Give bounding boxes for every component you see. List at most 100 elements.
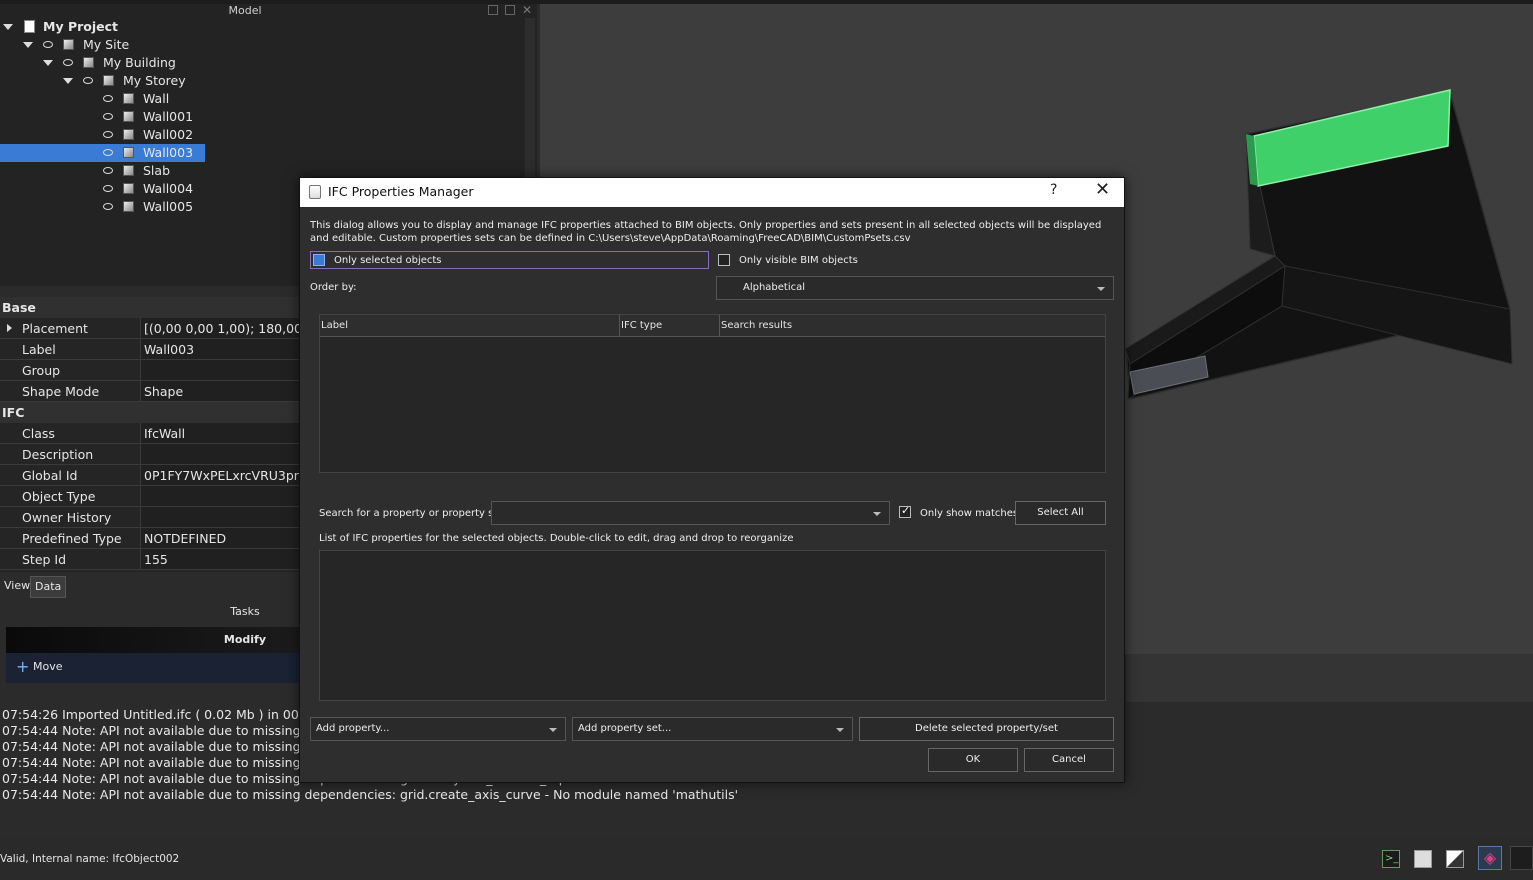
- property-value[interactable]: [140, 486, 304, 506]
- property-name: Global Id: [22, 468, 78, 483]
- tree-item-wall003-selected[interactable]: Wall003: [0, 144, 205, 162]
- search-label: Search for a property or property set:: [319, 508, 507, 519]
- report-view-icon[interactable]: [1414, 850, 1432, 868]
- eye-icon[interactable]: [103, 131, 113, 138]
- log-line: 07:54:44 Note: API not available due to …: [2, 787, 739, 802]
- property-value[interactable]: 155: [140, 549, 304, 569]
- python-console-icon[interactable]: >_: [1382, 850, 1400, 868]
- property-value[interactable]: [140, 444, 304, 464]
- draw-style-icon[interactable]: [1446, 850, 1464, 868]
- expand-arrow-icon[interactable]: [3, 24, 13, 30]
- eye-icon[interactable]: [103, 149, 113, 156]
- eye-icon[interactable]: [103, 95, 113, 102]
- property-step-id[interactable]: Step Id 155: [0, 549, 304, 570]
- cube-icon: [123, 93, 134, 104]
- eye-icon[interactable]: [83, 77, 93, 84]
- tree-item-site[interactable]: My Site: [0, 36, 300, 54]
- tree-item-wall001[interactable]: Wall001: [0, 108, 300, 126]
- navigation-style-icon[interactable]: [1510, 846, 1533, 870]
- tree-item-storey[interactable]: My Storey: [0, 72, 300, 90]
- eye-icon[interactable]: [103, 185, 113, 192]
- property-description[interactable]: Description: [0, 444, 304, 465]
- property-global-id[interactable]: Global Id 0P1FY7WxPELxrcVRU3pra3: [0, 465, 304, 486]
- tab-data[interactable]: Data: [30, 576, 67, 598]
- order-by-select[interactable]: Alphabetical: [716, 276, 1114, 300]
- add-property-select[interactable]: Add property...: [310, 717, 566, 741]
- tree-item-wall005[interactable]: Wall005: [0, 198, 300, 216]
- property-value[interactable]: Shape: [140, 381, 304, 401]
- property-class[interactable]: Class IfcWall: [0, 423, 304, 444]
- eye-icon[interactable]: [63, 59, 73, 66]
- eye-icon[interactable]: [103, 167, 113, 174]
- property-value[interactable]: 0P1FY7WxPELxrcVRU3pra3: [140, 465, 304, 485]
- property-label[interactable]: Label Wall003: [0, 339, 304, 360]
- property-value[interactable]: [140, 360, 304, 380]
- property-placement[interactable]: Placement [(0,00 0,00 1,00); 180,00 °; (…: [0, 318, 304, 339]
- expand-arrow-icon[interactable]: [63, 78, 73, 84]
- property-predefined-type[interactable]: Predefined Type NOTDEFINED: [0, 528, 304, 549]
- modify-task-header[interactable]: Modify: [6, 627, 300, 653]
- expand-arrow-icon[interactable]: [7, 324, 12, 332]
- property-group[interactable]: Group: [0, 360, 304, 381]
- delete-selected-button[interactable]: Delete selected property/set: [859, 717, 1114, 741]
- add-property-set-select[interactable]: Add property set...: [572, 717, 853, 741]
- help-button[interactable]: ?: [1050, 182, 1057, 198]
- tree-item-wall004[interactable]: Wall004: [0, 180, 300, 198]
- move-icon: +: [16, 657, 30, 676]
- eye-icon[interactable]: [43, 41, 53, 48]
- property-name: Placement: [22, 321, 88, 336]
- column-header-label[interactable]: Label: [320, 315, 620, 336]
- cancel-button[interactable]: Cancel: [1024, 748, 1114, 772]
- tree-item-wall002[interactable]: Wall002: [0, 126, 300, 144]
- eye-icon[interactable]: [103, 113, 113, 120]
- tree-item-slab[interactable]: Slab: [0, 162, 300, 180]
- properties-list-label: List of IFC properties for the selected …: [319, 533, 794, 544]
- property-shape-mode[interactable]: Shape Mode Shape: [0, 381, 304, 402]
- property-name: Step Id: [22, 552, 67, 567]
- objects-table[interactable]: Label IFC type Search results: [319, 314, 1106, 473]
- ok-button[interactable]: OK: [928, 748, 1018, 772]
- only-visible-bim-objects-checkbox[interactable]: [718, 254, 730, 266]
- column-header-search-results[interactable]: Search results: [720, 315, 1105, 336]
- column-header-ifc-type[interactable]: IFC type: [620, 315, 720, 336]
- move-task-link[interactable]: Move: [33, 660, 63, 673]
- property-value[interactable]: [140, 507, 304, 527]
- cube-icon: [83, 57, 94, 68]
- log-line: 07:54:44 Note: API not available due to …: [2, 739, 321, 754]
- tree-item-project[interactable]: My Project: [0, 18, 300, 36]
- chevron-down-icon: [549, 728, 557, 732]
- tree-item-wall[interactable]: Wall: [0, 90, 300, 108]
- select-all-button[interactable]: Select All: [1015, 501, 1106, 525]
- close-panel-icon[interactable]: ✕: [522, 3, 532, 17]
- float-panel-icon[interactable]: [488, 5, 498, 15]
- property-owner-history[interactable]: Owner History: [0, 507, 304, 528]
- property-name: Shape Mode: [22, 384, 100, 399]
- property-object-type[interactable]: Object Type: [0, 486, 304, 507]
- only-show-matches-checkbox[interactable]: ✓: [899, 504, 911, 518]
- property-value[interactable]: Wall003: [140, 339, 304, 359]
- expand-arrow-icon[interactable]: [43, 60, 53, 66]
- property-value[interactable]: IfcWall: [140, 423, 304, 443]
- properties-tree[interactable]: [319, 550, 1106, 701]
- restore-panel-icon[interactable]: [505, 5, 515, 15]
- property-value[interactable]: NOTDEFINED: [140, 528, 304, 548]
- expand-arrow-icon[interactable]: [23, 42, 33, 48]
- checkbox-label: Only visible BIM objects: [739, 255, 858, 266]
- tab-view[interactable]: View: [0, 576, 34, 596]
- dialog-titlebar[interactable]: IFC Properties Manager ? ✕: [300, 178, 1124, 207]
- project-icon: [24, 20, 35, 33]
- close-icon[interactable]: ✕: [1095, 179, 1110, 200]
- checkbox-label: Only selected objects: [334, 255, 442, 266]
- property-editor: Base Placement [(0,00 0,00 1,00); 180,00…: [0, 297, 304, 572]
- add-property-label: Add property...: [316, 723, 390, 734]
- cube-icon: [103, 75, 114, 86]
- search-property-input[interactable]: [491, 501, 890, 525]
- bim-workbench-icon[interactable]: ◈: [1478, 846, 1502, 870]
- checkbox-box[interactable]: [313, 254, 325, 266]
- property-value[interactable]: [(0,00 0,00 1,00); 180,00 °; (55: [140, 318, 304, 338]
- tree-item-building[interactable]: My Building: [0, 54, 300, 72]
- status-bar: [0, 838, 1533, 880]
- eye-icon[interactable]: [103, 203, 113, 210]
- only-selected-objects-checkbox[interactable]: Only selected objects: [310, 251, 709, 269]
- property-name: Description: [22, 447, 94, 462]
